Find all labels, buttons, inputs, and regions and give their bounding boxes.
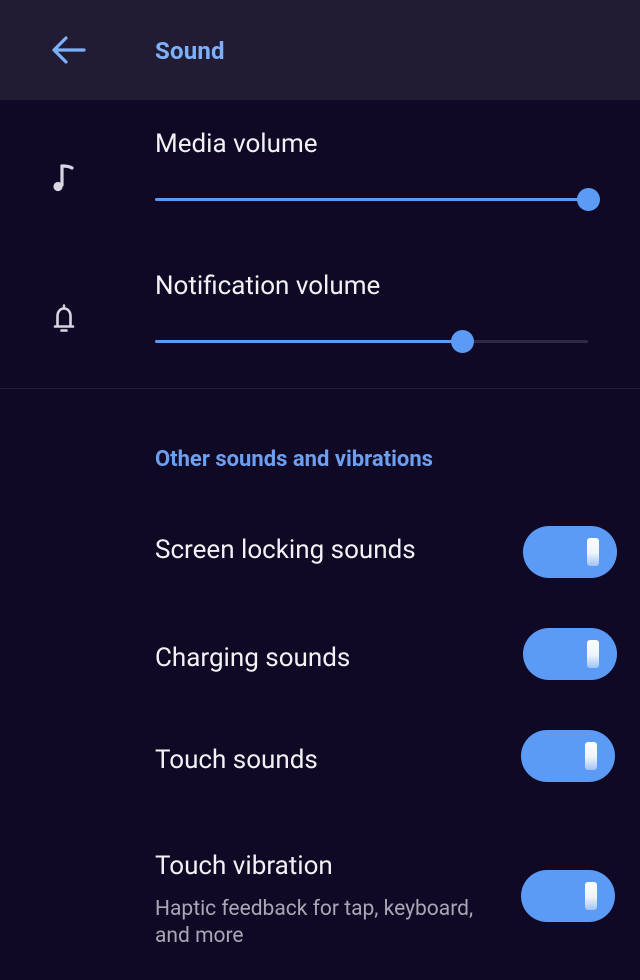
notification-volume-label: Notification volume (155, 271, 381, 301)
slider-thumb[interactable] (577, 188, 600, 211)
media-volume-row: Media volume (0, 100, 640, 240)
section-divider (0, 388, 640, 389)
toggle-row-charging-sounds[interactable]: Charging sounds (0, 624, 640, 684)
arrow-left-icon (50, 35, 86, 69)
toggle-row-touch-vibration[interactable]: Touch vibration Haptic feedback for tap,… (0, 840, 640, 960)
switch-knob (585, 882, 597, 910)
toggle-subtitle: Haptic feedback for tap, keyboard, and m… (155, 897, 474, 948)
toggle-label: Screen locking sounds (155, 535, 416, 565)
bell-icon (44, 298, 84, 338)
notification-volume-row: Notification volume (0, 240, 640, 380)
toggle-label: Touch sounds (155, 745, 318, 775)
music-note-icon (44, 158, 84, 198)
section-header-other-sounds: Other sounds and vibrations (155, 447, 433, 472)
slider-thumb[interactable] (451, 330, 475, 353)
top-app-bar: Sound (0, 0, 640, 100)
slider-fill (155, 340, 463, 343)
page-title: Sound (155, 37, 225, 65)
toggle-label: Charging sounds (155, 643, 351, 673)
toggle-row-screen-locking-sounds[interactable]: Screen locking sounds (0, 520, 640, 580)
touch-sounds-switch[interactable] (521, 730, 615, 782)
touch-vibration-switch[interactable] (521, 870, 615, 922)
switch-knob (585, 742, 597, 770)
toggle-row-touch-sounds[interactable]: Touch sounds (0, 726, 640, 786)
charging-sounds-switch[interactable] (523, 628, 617, 680)
toggle-label: Touch vibration (155, 851, 333, 881)
media-volume-label: Media volume (155, 129, 318, 159)
switch-knob (587, 640, 599, 668)
media-volume-slider[interactable] (155, 188, 600, 212)
notification-volume-slider[interactable] (155, 330, 588, 354)
sound-settings-screen: Sound Media volume Notification volume O… (0, 0, 640, 980)
back-button[interactable] (36, 20, 100, 84)
screen-locking-sounds-switch[interactable] (523, 526, 617, 578)
slider-fill (155, 198, 588, 201)
switch-knob (587, 538, 599, 566)
